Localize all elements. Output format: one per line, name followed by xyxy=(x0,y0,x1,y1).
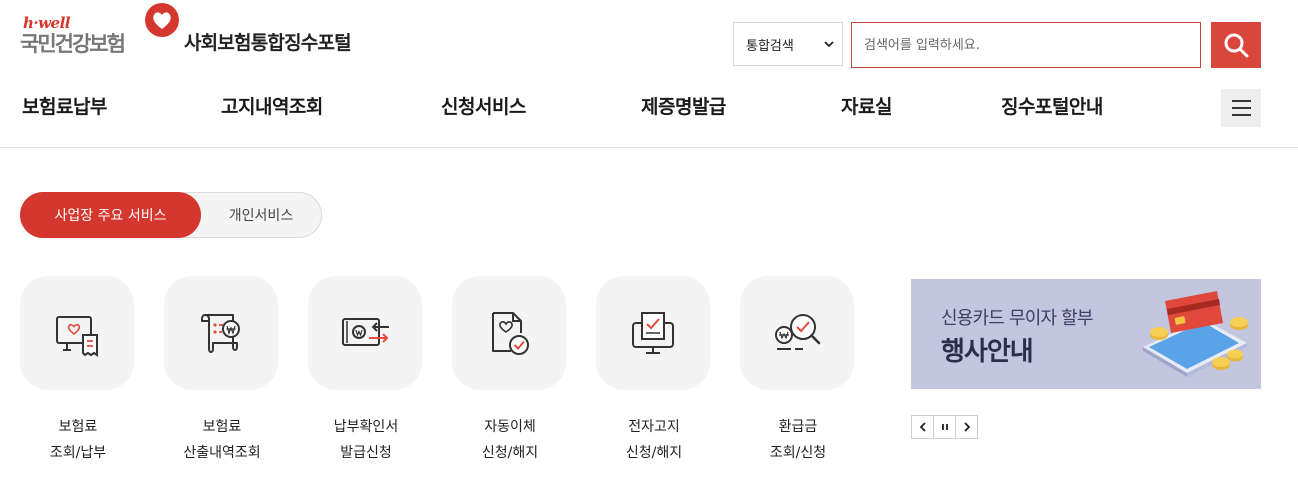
hamburger-icon-bar xyxy=(1231,107,1251,109)
service-label-line2: 발급신청 xyxy=(340,445,392,461)
hamburger-icon-bar xyxy=(1231,100,1251,102)
nav-item-library[interactable]: 자료실 xyxy=(841,92,892,119)
tab-personal-services[interactable]: 개인서비스 xyxy=(201,192,321,238)
banner-subtitle: 신용카드 무이자 할부 xyxy=(941,308,1093,329)
service-label-line2: 산출내역조회 xyxy=(183,445,261,461)
search-button[interactable] xyxy=(1211,22,1261,68)
service-label-line2: 조회/납부 xyxy=(49,445,107,461)
service-label-line1: 보험료 xyxy=(202,419,242,435)
service-icon-box xyxy=(164,276,278,390)
calculation-list-icon xyxy=(201,314,240,353)
service-icon-box xyxy=(308,276,422,390)
banner-prev-button[interactable] xyxy=(911,415,934,439)
service-label: 전자고지 신청/해지 xyxy=(596,414,712,466)
service-refund[interactable]: 환급금 조회/신청 xyxy=(740,276,856,466)
search-scope-value: 통합검색 xyxy=(746,38,794,54)
search-input[interactable] xyxy=(851,22,1201,68)
chevron-down-icon xyxy=(824,41,834,48)
search-scope-select[interactable]: 통합검색 xyxy=(733,22,843,66)
credit-card-phone-illustration xyxy=(1143,291,1248,377)
promo-banner[interactable]: 신용카드 무이자 할부 행사안내 xyxy=(911,279,1261,389)
chevron-left-icon xyxy=(919,422,926,432)
search-icon xyxy=(1224,33,1249,58)
heart-logo-icon xyxy=(145,3,179,37)
service-label: 환급금 조회/신청 xyxy=(740,414,856,466)
main-nav: 보험료납부 고지내역조회 신청서비스 제증명발급 자료실 징수포털안내 xyxy=(0,92,1298,120)
service-icon-box xyxy=(20,276,134,390)
service-label: 납부확인서 발급신청 xyxy=(308,414,424,466)
service-label-line1: 자동이체 xyxy=(484,419,536,435)
banner-pause-button[interactable] xyxy=(933,415,956,439)
service-label-line1: 납부확인서 xyxy=(333,419,399,435)
service-icon-box xyxy=(740,276,854,390)
site-logo[interactable]: h·well 국민건강보험 xyxy=(20,3,190,58)
tab-business-services[interactable]: 사업장 주요 서비스 xyxy=(20,192,201,238)
service-tabs: 사업장 주요 서비스 개인서비스 xyxy=(20,192,322,238)
service-electronic-notice[interactable]: 전자고지 신청/해지 xyxy=(596,276,712,466)
service-label-line2: 신청/해지 xyxy=(625,445,683,461)
electronic-notice-icon xyxy=(632,312,674,354)
service-label-line2: 신청/해지 xyxy=(481,445,539,461)
banner-next-button[interactable] xyxy=(955,415,978,439)
nav-item-notice-history[interactable]: 고지내역조회 xyxy=(221,92,323,119)
service-label-line2: 조회/신청 xyxy=(769,445,827,461)
nav-item-certificate[interactable]: 제증명발급 xyxy=(641,92,726,119)
header-divider xyxy=(0,147,1298,148)
chevron-right-icon xyxy=(963,422,970,432)
service-label-line1: 환급금 xyxy=(778,419,818,435)
insurance-bill-icon xyxy=(56,316,98,357)
service-payment-certificate[interactable]: 납부확인서 발급신청 xyxy=(308,276,424,466)
service-label: 보험료 조회/납부 xyxy=(20,414,136,466)
service-auto-transfer[interactable]: 자동이체 신청/해지 xyxy=(452,276,568,466)
refund-search-icon xyxy=(775,314,821,350)
logo-org-text: 국민건강보험 xyxy=(20,32,126,56)
service-label-line1: 보험료 xyxy=(58,419,98,435)
pause-icon xyxy=(941,424,948,430)
payment-certificate-icon xyxy=(342,318,389,346)
hamburger-icon-bar xyxy=(1231,114,1251,116)
nav-item-application[interactable]: 신청서비스 xyxy=(441,92,526,119)
portal-title[interactable]: 사회보험통합징수포털 xyxy=(184,28,352,55)
auto-transfer-icon xyxy=(492,312,529,355)
service-label: 보험료 산출내역조회 xyxy=(164,414,280,466)
nav-item-payment[interactable]: 보험료납부 xyxy=(22,92,107,119)
hamburger-menu-button[interactable] xyxy=(1221,89,1261,127)
service-label-line1: 전자고지 xyxy=(628,419,680,435)
service-label: 자동이체 신청/해지 xyxy=(452,414,568,466)
service-insurance-payment[interactable]: 보험료 조회/납부 xyxy=(20,276,136,466)
banner-title: 행사안내 xyxy=(941,337,1034,367)
service-calculation-details[interactable]: 보험료 산출내역조회 xyxy=(164,276,280,466)
nav-item-portal-guide[interactable]: 징수포털안내 xyxy=(1001,92,1103,119)
service-icon-box xyxy=(596,276,710,390)
banner-slide-controls xyxy=(911,415,978,439)
service-icon-box xyxy=(452,276,566,390)
